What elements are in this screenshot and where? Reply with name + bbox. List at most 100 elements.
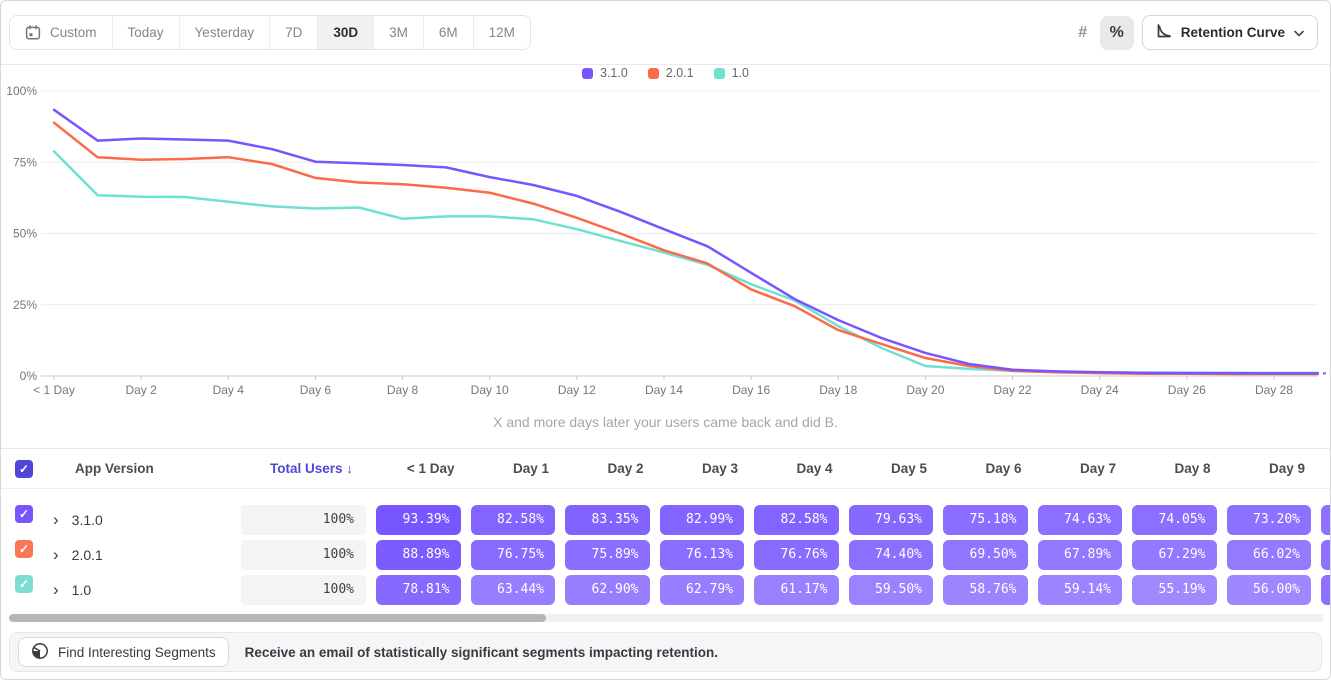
svg-text:Day 14: Day 14	[645, 383, 683, 397]
date-range-button-30d[interactable]: 30D	[318, 16, 374, 49]
retention-value-chip[interactable]: 63.44%	[471, 575, 556, 605]
retention-value-chip[interactable]: 62.90%	[565, 575, 650, 605]
horizontal-scrollbar-thumb[interactable]	[9, 614, 546, 622]
day-column-header: Day 4	[744, 461, 839, 476]
svg-text:Day 8: Day 8	[387, 383, 419, 397]
retention-value-chip[interactable]: 73.20%	[1227, 505, 1312, 535]
svg-text:< 1 Day: < 1 Day	[33, 383, 75, 397]
date-range-button-today[interactable]: Today	[113, 16, 180, 49]
date-range-button-7d[interactable]: 7D	[270, 16, 318, 49]
total-users-header[interactable]: Total Users ↓	[241, 461, 366, 476]
retention-value-chip[interactable]: 83.35%	[565, 505, 650, 535]
svg-text:25%: 25%	[13, 298, 37, 312]
retention-value-chip[interactable]: 82.99%	[660, 505, 745, 535]
retention-report-card: CustomTodayYesterday7D30D3M6M12M # % Ret…	[0, 0, 1331, 680]
retention-value-chip[interactable]: 59.14%	[1038, 575, 1123, 605]
legend-label: 1.0	[732, 66, 749, 80]
number-mode-button[interactable]: #	[1066, 16, 1100, 50]
horizontal-scrollbar-track[interactable]	[9, 614, 1324, 622]
retention-value-chip[interactable]: 75.89%	[565, 540, 650, 570]
toolbar: CustomTodayYesterday7D30D3M6M12M # % Ret…	[1, 1, 1330, 65]
expand-chevron-icon[interactable]: ›	[53, 581, 59, 598]
retention-value-chip[interactable]: 79.63%	[849, 505, 934, 535]
retention-value-chip[interactable]: 75.18%	[943, 505, 1028, 535]
percent-mode-button[interactable]: %	[1100, 16, 1134, 50]
day-column-header: Day 8	[1122, 461, 1217, 476]
legend-swatch	[714, 68, 725, 79]
date-range-button-custom[interactable]: Custom	[10, 16, 113, 49]
svg-text:Day 26: Day 26	[1168, 383, 1206, 397]
date-range-button-yesterday[interactable]: Yesterday	[180, 16, 271, 49]
svg-text:Day 24: Day 24	[1081, 383, 1119, 397]
retention-value-chip[interactable]: 67.89%	[1038, 540, 1123, 570]
retention-value-chip[interactable]: 82.58%	[471, 505, 556, 535]
value-mode-toggle: # %	[1066, 16, 1134, 50]
segments-footer: Find Interesting Segments Receive an ema…	[9, 632, 1322, 672]
retention-value-chip[interactable]: 88.89%	[376, 540, 461, 570]
legend-item-2.0.1[interactable]: 2.0.1	[648, 66, 694, 80]
row-name-cell: › 2.0.1	[45, 540, 241, 570]
retention-value-chip[interactable]: 74.05%	[1132, 505, 1217, 535]
select-all-checkbox[interactable]: ✓	[15, 460, 33, 478]
retention-value-chip[interactable]: 56.00%	[1227, 575, 1312, 605]
total-users-value: 100%	[241, 575, 366, 605]
row-checkbox[interactable]: ✓	[15, 575, 33, 593]
retention-value-chip[interactable]: 59.50%	[849, 575, 934, 605]
legend-item-3.1.0[interactable]: 3.1.0	[582, 66, 628, 80]
app-version-header: App Version	[45, 461, 241, 476]
legend-swatch	[648, 68, 659, 79]
retention-value-chip[interactable]: 66.02%	[1227, 540, 1312, 570]
retention-value-chip[interactable]: 76.13%	[660, 540, 745, 570]
svg-text:Day 12: Day 12	[558, 383, 596, 397]
retention-curve-icon	[1156, 23, 1172, 42]
row-checkbox-cell: ✓	[1, 575, 45, 593]
svg-text:Day 18: Day 18	[819, 383, 857, 397]
row-name-cell: › 1.0	[45, 575, 241, 605]
table-header-row: ✓ App Version Total Users ↓ < 1 DayDay 1…	[1, 449, 1330, 489]
chart-type-dropdown[interactable]: Retention Curve	[1142, 15, 1318, 50]
date-range-button-6m[interactable]: 6M	[424, 16, 474, 49]
day-column-header: Day 6	[933, 461, 1028, 476]
retention-value-chip[interactable]: 93.39%	[376, 505, 461, 535]
retention-value-chip[interactable]: 78.81%	[376, 575, 461, 605]
row-checkbox-cell: ✓	[1, 540, 45, 558]
svg-text:75%: 75%	[13, 155, 37, 169]
retention-value-chip[interactable]: 58.76%	[943, 575, 1028, 605]
svg-text:50%: 50%	[13, 227, 37, 241]
retention-value-chip[interactable]: 55.19%	[1132, 575, 1217, 605]
day-column-header: Day 2	[555, 461, 650, 476]
retention-value-chip[interactable]: 76.76%	[754, 540, 839, 570]
row-checkbox[interactable]: ✓	[15, 540, 33, 558]
retention-value-chip[interactable]: 61.17%	[754, 575, 839, 605]
retention-value-chip[interactable]	[1321, 540, 1330, 570]
day-column-header: Day 1	[461, 461, 556, 476]
date-range-button-12m[interactable]: 12M	[474, 16, 530, 49]
svg-text:Day 4: Day 4	[213, 383, 245, 397]
row-checkbox[interactable]: ✓	[15, 505, 33, 523]
retention-value-chip[interactable]: 74.40%	[849, 540, 934, 570]
day-column-header: Day 5	[839, 461, 934, 476]
retention-value-chip[interactable]: 67.29%	[1132, 540, 1217, 570]
date-range-button-3m[interactable]: 3M	[374, 16, 424, 49]
retention-value-chip[interactable]: 62.79%	[660, 575, 745, 605]
sort-descending-icon: ↓	[346, 461, 353, 476]
legend-item-1.0[interactable]: 1.0	[714, 66, 749, 80]
find-interesting-segments-button[interactable]: Find Interesting Segments	[18, 637, 229, 667]
day-column-header: < 1 Day	[366, 461, 461, 476]
calendar-icon	[25, 25, 41, 40]
retention-value-chip[interactable]	[1321, 505, 1330, 535]
retention-value-chip[interactable]	[1321, 575, 1330, 605]
chevron-down-icon	[1294, 25, 1304, 40]
svg-text:100%: 100%	[6, 84, 37, 98]
expand-chevron-icon[interactable]: ›	[53, 546, 59, 563]
retention-value-chip[interactable]: 82.58%	[754, 505, 839, 535]
svg-text:0%: 0%	[20, 369, 38, 383]
retention-value-chip[interactable]: 76.75%	[471, 540, 556, 570]
header-checkbox-cell: ✓	[1, 460, 45, 478]
chart-legend: 3.1.0 2.0.1 1.0	[1, 63, 1330, 83]
expand-chevron-icon[interactable]: ›	[53, 511, 59, 528]
retention-value-chip[interactable]: 69.50%	[943, 540, 1028, 570]
svg-text:Day 22: Day 22	[994, 383, 1032, 397]
retention-value-chip[interactable]: 74.63%	[1038, 505, 1123, 535]
chart-caption: X and more days later your users came ba…	[1, 414, 1330, 430]
